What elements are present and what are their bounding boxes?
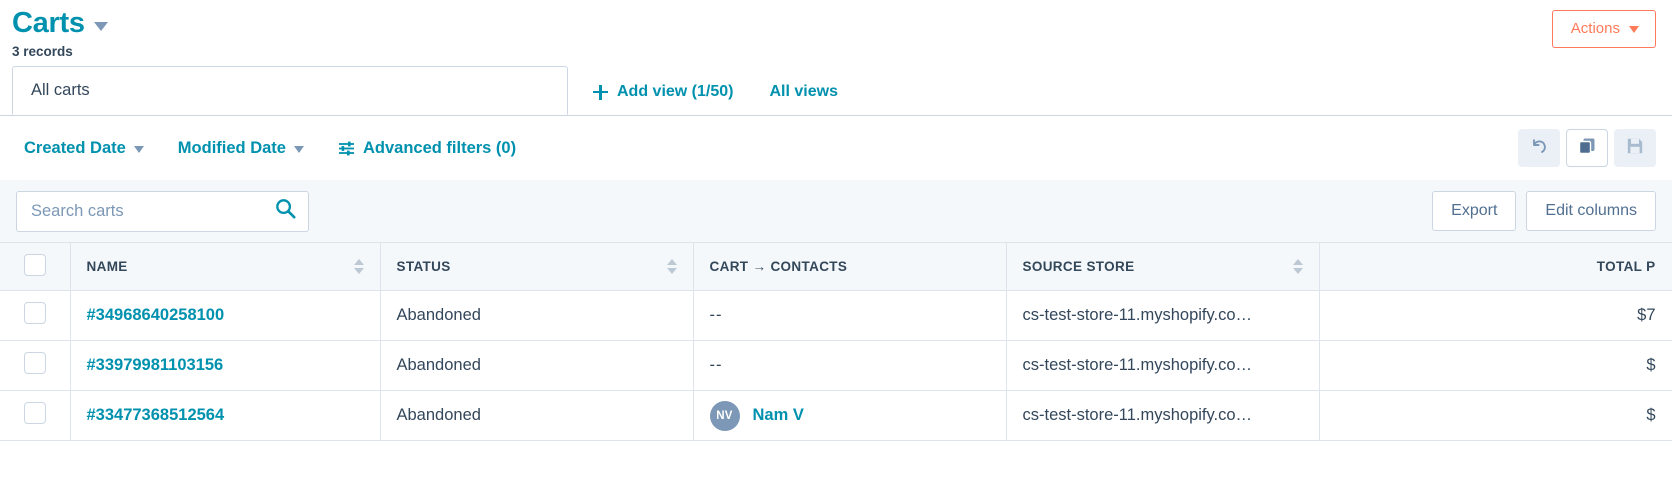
object-switcher-chevron-down-icon[interactable] [93, 21, 108, 31]
row-checkbox[interactable] [24, 302, 46, 324]
avatar: NV [709, 400, 740, 431]
contact-chip[interactable]: NV Nam V [709, 400, 990, 431]
source-store-value: cs-test-store-11.myshopify.co… [1022, 406, 1253, 424]
cell-status: Abandoned [380, 340, 694, 391]
actions-button[interactable]: Actions [1551, 10, 1656, 48]
carts-index-page: Carts 3 records Actions All carts Add vi… [0, 0, 1672, 500]
search-toolbar: Export Edit columns [0, 180, 1672, 242]
select-all-header [0, 242, 71, 291]
clone-view-button[interactable] [1566, 129, 1608, 167]
sort-arrows-icon[interactable] [1292, 259, 1303, 274]
table-toolbar-buttons: Export Edit columns [1432, 191, 1656, 231]
row-select-cell [0, 340, 71, 391]
sort-arrows-icon[interactable] [666, 259, 677, 274]
filter-bar: Created Date Modified Date Advanced filt… [0, 116, 1672, 180]
all-views-button[interactable]: All views [769, 83, 837, 101]
save-view-button[interactable] [1614, 129, 1656, 167]
cell-source-store: cs-test-store-11.myshopify.co… [1006, 290, 1320, 341]
cell-name: #34968640258100 [70, 290, 381, 341]
cell-total-price: $ [1319, 340, 1672, 391]
column-header-cart-contacts[interactable]: CART → CONTACTS [693, 242, 1007, 291]
cell-name: #33979981103156 [70, 340, 381, 391]
tab-all-carts[interactable]: All carts [12, 66, 568, 115]
chevron-down-icon [293, 146, 304, 153]
table-body: #34968640258100 Abandoned -- cs-test-sto… [0, 290, 1672, 441]
advanced-filters-label: Advanced filters (0) [362, 138, 517, 157]
column-header-status-label: STATUS [396, 259, 451, 274]
carts-table-wrapper: NAME STATUS CART → CONTACTS SOURCE STORE… [0, 242, 1672, 441]
chevron-down-icon [1629, 25, 1639, 33]
cell-source-store: cs-test-store-11.myshopify.co… [1006, 340, 1320, 391]
column-header-status[interactable]: STATUS [380, 242, 694, 291]
column-header-total-price-label: TOTAL P [1596, 259, 1656, 274]
source-store-value: cs-test-store-11.myshopify.co… [1022, 306, 1253, 324]
select-all-checkbox[interactable] [24, 254, 46, 276]
column-header-source-store[interactable]: SOURCE STORE [1006, 242, 1320, 291]
row-select-cell [0, 290, 71, 341]
contact-name-link[interactable]: Nam V [753, 406, 804, 425]
cell-total-price: $ [1319, 390, 1672, 441]
column-header-cart-contacts-label: CART → CONTACTS [709, 259, 848, 274]
sort-arrows-icon[interactable] [353, 259, 364, 274]
page-header: Carts 3 records Actions [0, 0, 1672, 66]
cell-status: Abandoned [380, 390, 694, 441]
tab-all-carts-label: All carts [31, 81, 90, 99]
search-wrapper [16, 190, 309, 232]
column-header-source-store-label: SOURCE STORE [1022, 259, 1135, 274]
cell-contacts: NV Nam V [693, 390, 1007, 441]
record-count: 3 records [12, 44, 73, 59]
cell-name: #33477368512564 [70, 390, 381, 441]
table-header-row: NAME STATUS CART → CONTACTS SOURCE STORE… [0, 242, 1672, 291]
table-row[interactable]: #33979981103156 Abandoned -- cs-test-sto… [0, 340, 1672, 391]
cart-name-link[interactable]: #33477368512564 [87, 406, 225, 424]
save-icon [1626, 137, 1644, 160]
carts-table: NAME STATUS CART → CONTACTS SOURCE STORE… [0, 242, 1672, 441]
table-row[interactable]: #34968640258100 Abandoned -- cs-test-sto… [0, 290, 1672, 341]
page-title: Carts [12, 7, 85, 39]
tabs-actions: Add view (1/50) All views [593, 83, 838, 115]
column-header-total-price[interactable]: TOTAL P [1319, 242, 1672, 291]
row-checkbox[interactable] [24, 402, 46, 424]
table-row[interactable]: #33477368512564 Abandoned NV Nam V cs-te… [0, 390, 1672, 441]
view-tabs: All carts Add view (1/50) All views [0, 66, 1672, 116]
row-select-cell [0, 390, 71, 441]
cart-name-link[interactable]: #33979981103156 [87, 356, 224, 374]
cell-total-price: $7 [1319, 290, 1672, 341]
export-button[interactable]: Export [1432, 191, 1517, 231]
actions-button-label: Actions [1570, 20, 1620, 37]
chevron-down-icon [133, 146, 144, 153]
filter-sliders-icon [338, 141, 355, 156]
edit-columns-button[interactable]: Edit columns [1526, 191, 1656, 231]
empty-value: -- [709, 306, 723, 324]
filter-created-date-label: Created Date [24, 138, 126, 157]
column-header-name[interactable]: NAME [70, 242, 381, 291]
column-header-name-label: NAME [86, 259, 128, 274]
search-input[interactable] [16, 190, 309, 232]
clone-icon [1578, 137, 1596, 160]
filter-created-date[interactable]: Created Date [24, 139, 144, 158]
filter-modified-date-label: Modified Date [177, 138, 286, 157]
cell-contacts: -- [693, 290, 1007, 341]
undo-icon [1530, 136, 1549, 160]
cart-name-link[interactable]: #34968640258100 [87, 306, 225, 324]
undo-button[interactable] [1518, 129, 1560, 167]
cell-contacts: -- [693, 340, 1007, 391]
add-view-label: Add view (1/50) [617, 83, 734, 100]
title-row: Carts [12, 6, 1656, 40]
add-view-button[interactable]: Add view (1/50) [593, 83, 733, 101]
advanced-filters-button[interactable]: Advanced filters (0) [338, 139, 516, 158]
filter-modified-date[interactable]: Modified Date [178, 139, 304, 158]
cell-source-store: cs-test-store-11.myshopify.co… [1006, 390, 1320, 441]
row-checkbox[interactable] [24, 352, 46, 374]
plus-icon [593, 84, 608, 100]
source-store-value: cs-test-store-11.myshopify.co… [1022, 356, 1253, 374]
cell-status: Abandoned [380, 290, 694, 341]
view-action-buttons [1518, 129, 1656, 167]
empty-value: -- [709, 356, 723, 374]
table-head: NAME STATUS CART → CONTACTS SOURCE STORE… [0, 242, 1672, 291]
